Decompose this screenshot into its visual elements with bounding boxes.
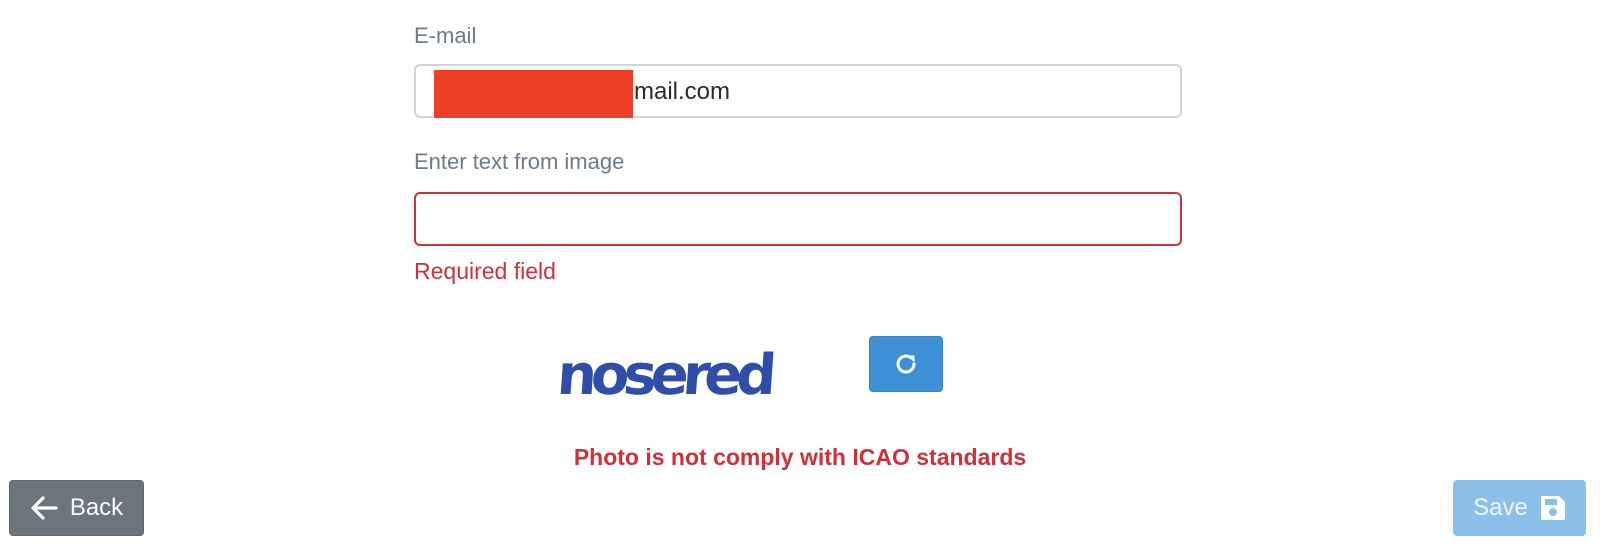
back-button-label: Back <box>69 494 124 521</box>
email-field[interactable]: mail.com <box>414 64 1182 118</box>
captcha-image-text: nosered <box>556 343 775 408</box>
captcha-error-message: Required field <box>414 258 556 284</box>
refresh-captcha-button[interactable] <box>869 336 943 392</box>
redacted-email-block <box>434 70 633 118</box>
arrow-left-icon <box>30 495 58 521</box>
captcha-image: nosered <box>556 336 796 408</box>
refresh-icon <box>893 351 919 377</box>
back-button[interactable]: Back <box>9 480 144 536</box>
save-button[interactable]: Save <box>1453 480 1586 536</box>
captcha-label: Enter text from image <box>414 149 625 174</box>
icao-warning-message: Photo is not comply with ICAO standards <box>573 444 1027 470</box>
save-button-label: Save <box>1473 494 1528 521</box>
floppy-disk-icon <box>1540 495 1566 521</box>
email-label: E-mail <box>414 23 477 48</box>
captcha-input[interactable] <box>414 192 1182 246</box>
email-value: mail.com <box>634 78 731 105</box>
